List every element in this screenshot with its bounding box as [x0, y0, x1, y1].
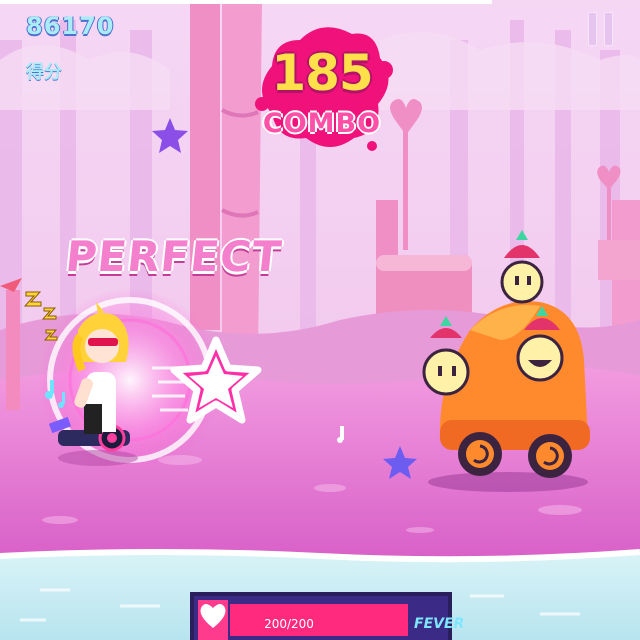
pause-icon-bar — [604, 12, 613, 46]
score-label: 得分 — [26, 62, 62, 83]
fever-value: 200/200 — [264, 617, 314, 631]
combo-label: COMBO — [262, 108, 382, 139]
fever-label: FEVER — [414, 616, 465, 632]
pause-button[interactable] — [588, 12, 614, 46]
fever-bar-frame — [190, 592, 452, 640]
score-value: 86170 — [26, 12, 115, 40]
combo-count: 185 — [271, 44, 373, 102]
combo-display: 185 COMBO — [258, 24, 386, 156]
song-progress-bar — [0, 0, 492, 4]
game-stage: 86170 得分 185 COMBO PERFECT 200/200 FEVER — [0, 0, 640, 640]
pause-icon — [588, 12, 597, 46]
judgement-text: PERFECT — [63, 232, 285, 281]
